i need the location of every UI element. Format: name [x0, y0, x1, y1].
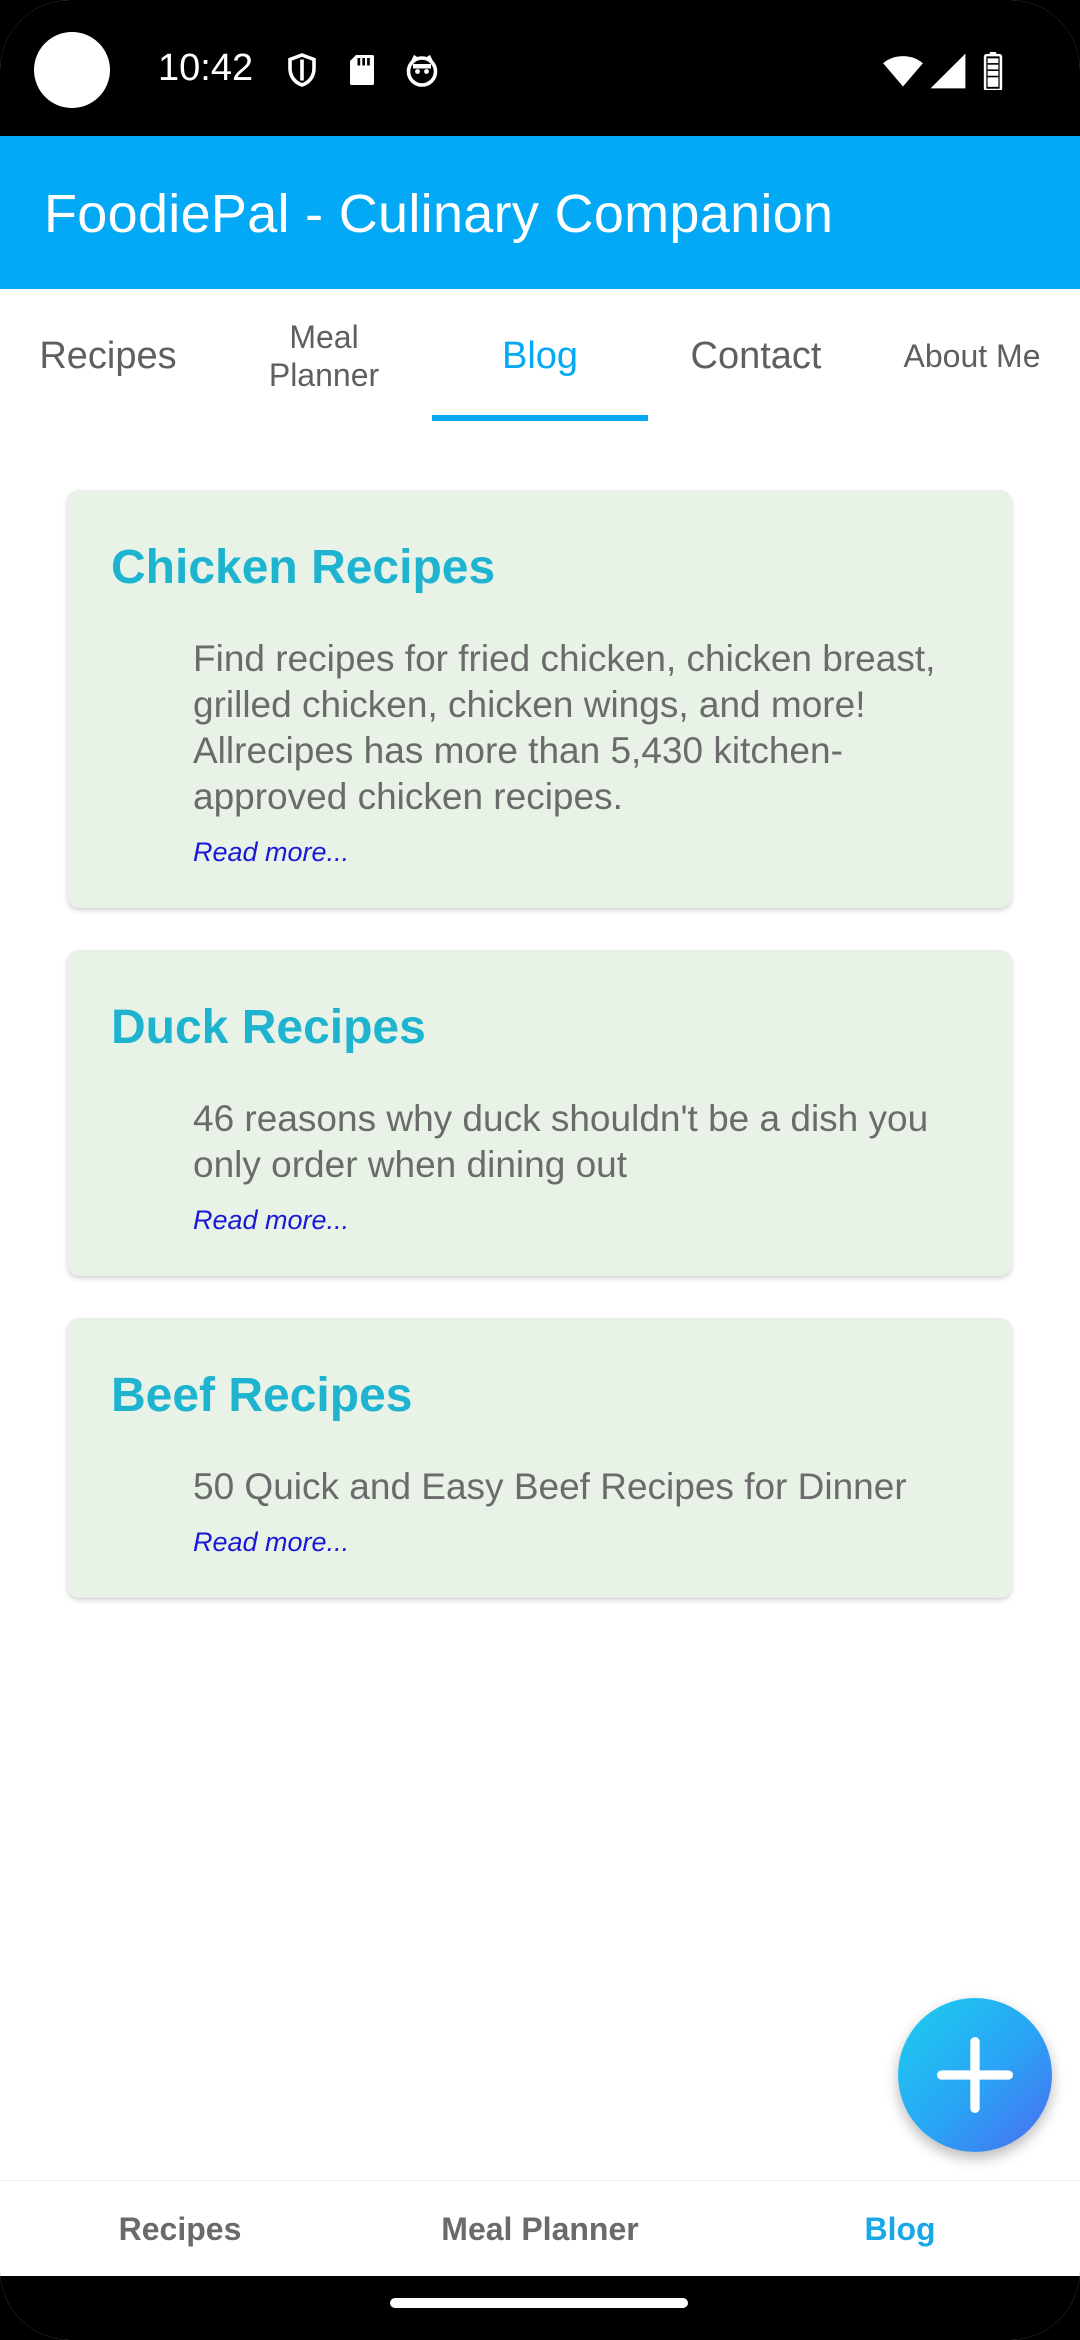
card-description: 50 Quick and Easy Beef Recipes for Dinne… [193, 1466, 907, 1507]
system-gesture-area [0, 2276, 1080, 2340]
tab-blog-label: Blog [501, 335, 579, 377]
status-time: 10:42 [158, 47, 254, 89]
tab-contact[interactable]: Contact [648, 289, 864, 423]
read-more-link[interactable]: Read more... [193, 1203, 349, 1237]
app-bar: FoodiePal - Culinary Companion [0, 136, 1080, 289]
phone-screen: 10:42 FoodiePal - Culinary Companion Rec… [0, 0, 1080, 2340]
cat-face-icon [404, 52, 440, 88]
card-description: 46 reasons why duck shouldn't be a dish … [193, 1098, 929, 1185]
battery-icon [982, 52, 1004, 90]
signal-icon [928, 52, 968, 90]
camera-cutout [34, 32, 110, 108]
top-tab-bar: Recipes Meal Planner Blog Contact About … [0, 289, 1080, 423]
tab-contact-label: Contact [690, 335, 822, 377]
tab-indicator [432, 415, 648, 421]
tab-recipes-label: Recipes [39, 335, 177, 377]
bottom-nav-blog-label: Blog [864, 2210, 936, 2247]
add-post-button[interactable] [898, 1998, 1052, 2152]
shield-icon [284, 52, 320, 88]
tab-recipes[interactable]: Recipes [0, 289, 216, 423]
card-title: Beef Recipes [111, 1369, 413, 1422]
home-gesture-handle[interactable] [390, 2298, 688, 2308]
tab-blog[interactable]: Blog [432, 289, 648, 423]
blog-card-chicken[interactable]: Chicken Recipes Find recipes for fried c… [67, 490, 1012, 908]
bottom-nav-blog[interactable]: Blog [720, 2181, 1080, 2277]
card-title: Duck Recipes [111, 1001, 426, 1054]
read-more-link[interactable]: Read more... [193, 835, 349, 869]
bottom-nav-recipes-label: Recipes [118, 2210, 242, 2247]
tab-meal-planner-label: Meal Planner [268, 319, 380, 393]
bottom-nav-meal-planner[interactable]: Meal Planner [360, 2181, 720, 2277]
app-title: FoodiePal - Culinary Companion [44, 184, 834, 244]
plus-icon [937, 2037, 1013, 2113]
bottom-navigation: Recipes Meal Planner Blog [0, 2180, 1080, 2277]
blog-card-beef[interactable]: Beef Recipes 50 Quick and Easy Beef Reci… [67, 1318, 1012, 1598]
tab-about-me-label: About Me [903, 338, 1041, 374]
tab-meal-planner[interactable]: Meal Planner [216, 289, 432, 423]
tab-about-me[interactable]: About Me [864, 289, 1080, 423]
card-description: Find recipes for fried chicken, chicken … [193, 638, 936, 817]
blog-card-duck[interactable]: Duck Recipes 46 reasons why duck shouldn… [67, 950, 1012, 1276]
wifi-icon [882, 52, 924, 90]
bottom-nav-meal-planner-label: Meal Planner [441, 2210, 639, 2247]
card-title: Chicken Recipes [111, 541, 496, 594]
bottom-nav-recipes[interactable]: Recipes [0, 2181, 360, 2277]
status-bar: 10:42 [0, 0, 1080, 136]
read-more-link[interactable]: Read more... [193, 1525, 349, 1559]
sd-card-icon [344, 52, 380, 88]
